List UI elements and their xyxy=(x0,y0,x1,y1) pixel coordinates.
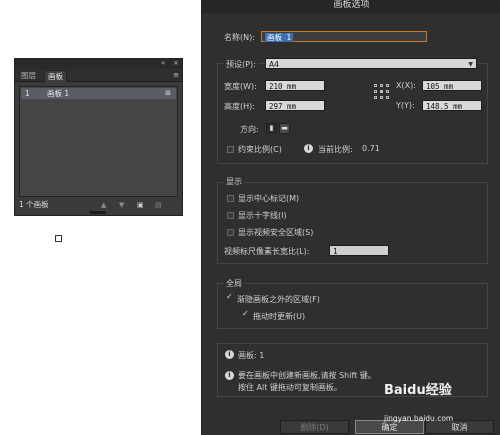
artboard-number: 1 xyxy=(25,89,30,98)
info-icon: i xyxy=(225,350,234,359)
x-label: X(X): xyxy=(396,81,416,90)
pixel-aspect-input[interactable]: 1 xyxy=(329,245,389,256)
preset-label: 预设(P): xyxy=(224,59,258,70)
height-label: 高度(H): xyxy=(224,102,255,111)
watermark-url: jingyan.baidu.com xyxy=(384,414,454,423)
current-ratio-value: 0.71 xyxy=(362,144,380,153)
tab-layers[interactable]: 图层 xyxy=(18,70,39,81)
delete-artboard-icon[interactable]: ▤ xyxy=(155,199,162,211)
panel-title-bar[interactable]: « × xyxy=(15,59,182,69)
list-item[interactable]: 1 画板 1 ⊞ xyxy=(21,88,176,99)
name-input[interactable]: 画板 1 xyxy=(261,31,427,42)
move-up-icon[interactable]: ▲ xyxy=(101,199,106,211)
artboards-info: 画板: 1 xyxy=(238,351,265,360)
center-mark-label: 显示中心标记(M) xyxy=(238,194,300,203)
artboard-list: 1 画板 1 ⊞ xyxy=(19,86,178,197)
move-down-icon[interactable]: ▼ xyxy=(119,199,124,211)
new-artboard-icon[interactable]: ▣ xyxy=(137,199,144,211)
name-label: 名称(N): xyxy=(224,33,255,42)
cross-hairs-label: 显示十字线(I) xyxy=(238,211,287,220)
y-input[interactable]: 148.5 mm xyxy=(422,100,482,111)
reference-point-icon[interactable] xyxy=(374,84,389,99)
artboard-marker xyxy=(55,235,62,242)
update-drag-checkbox[interactable]: ✓ xyxy=(242,309,249,318)
display-section-title: 显示 xyxy=(224,176,244,187)
close-icon[interactable]: × xyxy=(173,59,179,67)
artboard-name[interactable]: 画板 1 xyxy=(47,88,69,99)
update-drag-label: 拖动时更新(U) xyxy=(253,312,306,321)
y-label: Y(Y): xyxy=(396,101,415,110)
video-safe-label: 显示视频安全区域(S) xyxy=(238,228,314,237)
panel-bottom-bar: 1 个画板 ▲ ▼ ▣ ▤ xyxy=(15,199,182,211)
height-input[interactable]: 297 mm xyxy=(265,100,325,111)
fade-checkbox[interactable]: ✓ xyxy=(226,292,233,301)
preset-select[interactable]: A4 ▼ xyxy=(265,58,477,69)
current-ratio-label: 当前比例: xyxy=(318,145,353,154)
global-group xyxy=(217,283,488,329)
artboards-panel: « × 图层 画板 ≡ 1 画板 1 ⊞ 1 个画板 ▲ ▼ ▣ ▤ xyxy=(14,58,183,216)
artboard-count: 1 个画板 xyxy=(19,200,49,209)
constrain-label: 约束比例(C) xyxy=(238,145,282,154)
constrain-checkbox[interactable] xyxy=(227,146,234,153)
resize-grip[interactable] xyxy=(90,211,106,214)
width-label: 宽度(W): xyxy=(224,82,257,91)
panel-menu-icon[interactable]: ≡ xyxy=(173,71,179,79)
panel-tabs: 图层 画板 ≡ xyxy=(15,69,182,82)
info-icon: i xyxy=(304,144,313,153)
cross-hairs-checkbox[interactable] xyxy=(227,212,234,219)
watermark: Baidu经验 jingyan.baidu.com xyxy=(384,379,496,427)
width-input[interactable]: 210 mm xyxy=(265,80,325,91)
tab-artboards[interactable]: 画板 xyxy=(44,70,67,82)
portrait-icon[interactable]: ▮ xyxy=(266,123,277,134)
collapse-icon[interactable]: « xyxy=(161,59,165,67)
delete-button[interactable]: 删除(D) xyxy=(280,420,349,434)
name-value: 画板 1 xyxy=(265,33,294,42)
dialog-title: 画板选项 xyxy=(202,0,500,13)
artboard-options-dialog: 画板选项 名称(N): 画板 1 预设(P): A4 ▼ 宽度(W): 210 … xyxy=(201,0,500,435)
info-icon: i xyxy=(225,371,234,380)
watermark-brand: Baidu经验 xyxy=(384,383,452,398)
video-safe-checkbox[interactable] xyxy=(227,229,234,236)
fade-label: 渐隐画板之外的区域(F) xyxy=(237,295,320,304)
center-mark-checkbox[interactable] xyxy=(227,195,234,202)
shift-tip: 要在画板中创建新画板,请按 Shift 键。 xyxy=(238,371,376,380)
orientation-label: 方向: xyxy=(240,125,259,134)
pixel-aspect-label: 视频标尺像素长宽比(L): xyxy=(224,247,310,256)
landscape-icon[interactable]: ▬ xyxy=(279,123,290,134)
x-input[interactable]: 105 mm xyxy=(422,80,482,91)
alt-tip: 按住 Alt 键拖动可复制画板。 xyxy=(238,383,342,392)
chevron-down-icon: ▼ xyxy=(468,61,473,68)
global-section-title: 全局 xyxy=(224,278,244,289)
preset-value: A4 xyxy=(269,60,279,69)
artboard-options-icon[interactable]: ⊞ xyxy=(165,88,171,99)
